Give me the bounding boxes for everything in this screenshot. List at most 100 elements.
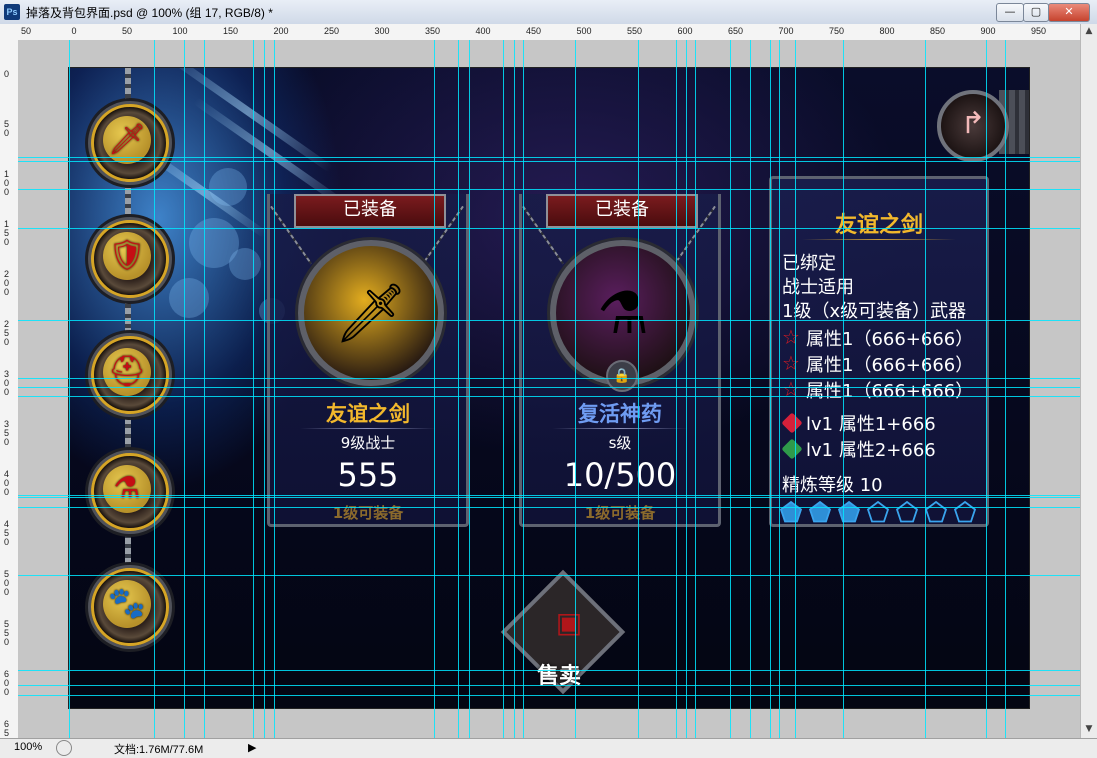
- light-streak: [164, 68, 334, 173]
- ruler-tick-label: 450: [526, 26, 542, 36]
- vertical-scrollbar[interactable]: ▲ ▼: [1080, 24, 1097, 738]
- info-bind-status: 已绑定: [782, 253, 836, 274]
- refine-pentagon-empty-icon: [867, 501, 889, 523]
- refine-pentagon-empty-icon: [896, 501, 918, 523]
- window-title: 掉落及背包界面.psd @ 100% (组 17, RGB/8) *: [26, 6, 273, 20]
- green-gem-icon: [781, 438, 803, 460]
- name-divider: [552, 428, 688, 429]
- ruler-tick-label: 850: [930, 26, 946, 36]
- ruler-origin[interactable]: [0, 24, 19, 41]
- pet-icon: 🐾: [108, 586, 146, 621]
- status-bar: 100% 文档:1.76M/77.6M ▶: [0, 738, 1097, 758]
- title-divider: [802, 239, 956, 240]
- armor-icon: 🛡: [107, 238, 147, 273]
- status-info-icon[interactable]: [56, 740, 72, 756]
- sword-icon: 🗡: [107, 122, 147, 157]
- item-grade: s级: [608, 434, 632, 452]
- ruler-tick-label: 350: [425, 26, 441, 36]
- lock-icon[interactable]: 🔒: [606, 360, 638, 392]
- ruler-tick-label: 5 5 0: [4, 619, 10, 647]
- item-name: 复活神药: [578, 402, 662, 426]
- potion-icon: ⚗: [113, 471, 141, 506]
- status-menu-arrow-icon[interactable]: ▶: [248, 741, 256, 754]
- ruler-tick-label: 900: [980, 26, 996, 36]
- ruler-tick-label: 700: [778, 26, 794, 36]
- ruler-tick-label: 0: [71, 26, 77, 36]
- item-name: 友谊之剑: [326, 402, 410, 426]
- item-card[interactable]: 已装备 🗡 友谊之剑 9级战士 555 1级可装备: [267, 194, 469, 527]
- ruler-tick-label: 0: [4, 69, 10, 79]
- red-gem-icon: [781, 412, 803, 434]
- info-gem: lv1 属性2+666: [806, 440, 936, 461]
- star-outline-icon: ☆: [782, 325, 800, 349]
- ruler-tick-label: 4 5 0: [4, 519, 10, 547]
- info-attribute: 属性1（666+666）: [806, 381, 974, 402]
- ruler-tick-label: 3 5 0: [4, 419, 10, 447]
- info-class: 战士适用: [782, 277, 854, 298]
- refine-pentagon-filled-icon: [809, 501, 831, 523]
- document-info: 文档:1.76M/77.6M: [114, 744, 204, 756]
- ruler-tick-label: 750: [829, 26, 845, 36]
- refine-pentagon-filled-icon: [780, 501, 802, 523]
- ruler-tick-label: 500: [576, 26, 592, 36]
- ruler-tick-label: 200: [273, 26, 289, 36]
- light-bubble: [229, 248, 261, 280]
- ruler-tick-label: 250: [324, 26, 340, 36]
- light-bubble: [209, 168, 247, 206]
- ruler-tick-label: 1 5 0: [4, 219, 10, 247]
- ruler-tick-label: 800: [879, 26, 895, 36]
- armor-slot[interactable]: 🛡: [91, 220, 169, 298]
- item-orb[interactable]: 🗡: [298, 240, 444, 386]
- info-attribute: 属性1（666+666）: [806, 329, 974, 350]
- equipped-banner: 已装备: [546, 194, 698, 228]
- ruler-tick-label: 1 0 0: [4, 169, 10, 197]
- minimize-button[interactable]: —: [996, 3, 1024, 22]
- item-value: 10/500: [563, 456, 677, 494]
- ruler-tick-label: 950: [1031, 26, 1047, 36]
- name-divider: [300, 428, 436, 429]
- ruler-tick-label: 3 0 0: [4, 369, 10, 397]
- ruler-tick-label: 50: [21, 26, 32, 36]
- document-canvas[interactable]: 🗡 🛡 ⛑ ⚗ 🐾 ↱ 已装备 🗡 友谊之剑 9级战士 555 1级可装备 已装备 ⚗ 🔒 复活神药 s级 1…: [69, 68, 1029, 708]
- sword-icon: 🗡: [334, 279, 408, 347]
- info-gem: lv1 属性1+666: [806, 414, 936, 435]
- window-titlebar: Ps 掉落及背包界面.psd @ 100% (组 17, RGB/8) * — …: [0, 0, 1097, 25]
- ruler-tick-label: 100: [172, 26, 188, 36]
- item-grade: 9级战士: [340, 434, 396, 452]
- helmet-slot[interactable]: ⛑: [91, 336, 169, 414]
- ruler-tick-label: 50: [122, 26, 133, 36]
- item-info-panel: 友谊之剑 已绑定 战士适用 1级（x级可装备）武器 ☆ 属性1（666+666）…: [769, 176, 989, 527]
- maximize-button[interactable]: ▢: [1023, 3, 1049, 22]
- equipped-banner: 已装备: [294, 194, 446, 228]
- zoom-level[interactable]: 100%: [14, 741, 42, 753]
- weapon-slot[interactable]: 🗡: [91, 104, 169, 182]
- photoshop-app-icon: Ps: [4, 4, 20, 20]
- ruler-tick-label: 600: [677, 26, 693, 36]
- sell-label[interactable]: 售卖: [509, 658, 609, 690]
- ruler-tick-label: 6 0 0: [4, 669, 10, 697]
- item-requirement: 1级可装备: [584, 504, 656, 522]
- scroll-down-arrow-icon[interactable]: ▼: [1083, 724, 1095, 736]
- ruler-tick-label: 6 5: [4, 719, 10, 738]
- ruler-tick-label: 550: [627, 26, 643, 36]
- ruler-tick-label: 4 0 0: [4, 469, 10, 497]
- scroll-up-arrow-icon[interactable]: ▲: [1083, 26, 1095, 38]
- ruler-tick-label: 300: [374, 26, 390, 36]
- info-refine-level: 精炼等级 10: [782, 475, 883, 496]
- pet-slot[interactable]: 🐾: [91, 568, 169, 646]
- vertical-ruler[interactable]: 0 5 0 1 0 0 1 5 0 2 0 0 2 5 0 3 0 0 3 5 0 4 0 0 4…: [0, 40, 19, 738]
- potion-slot[interactable]: ⚗: [91, 453, 169, 531]
- close-button[interactable]: ✕: [1048, 3, 1090, 22]
- item-card[interactable]: 已装备 ⚗ 🔒 复活神药 s级 10/500 1级可装备: [519, 194, 721, 527]
- return-arrow-icon: ↱: [960, 106, 986, 141]
- item-requirement: 1级可装备: [332, 504, 404, 522]
- refine-pentagon-empty-icon: [925, 501, 947, 523]
- refine-pentagon-filled-icon: [838, 501, 860, 523]
- return-button[interactable]: ↱: [937, 90, 1009, 162]
- ruler-tick-label: 400: [475, 26, 491, 36]
- ruler-tick-label: 2 0 0: [4, 269, 10, 297]
- ruler-tick-label: 2 5 0: [4, 319, 10, 347]
- horizontal-ruler[interactable]: 50 0 50 100 150 200 250 300 350 400 450 500 550 600 65…: [18, 24, 1080, 41]
- sell-bag-icon: ▣: [555, 606, 583, 639]
- ruler-tick-label: 650: [728, 26, 744, 36]
